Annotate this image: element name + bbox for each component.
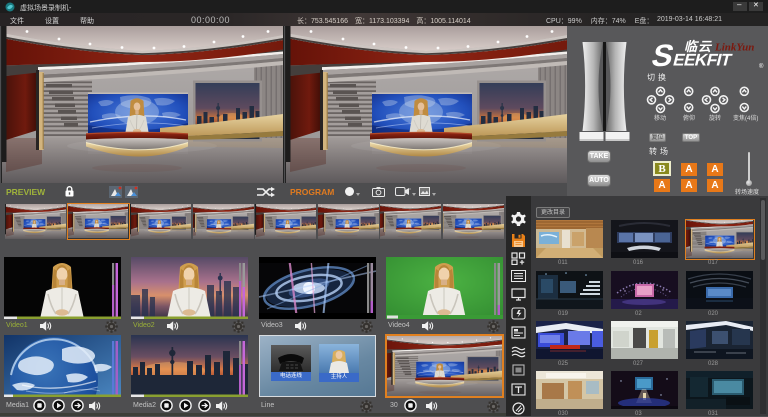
svg-text:EEKFIT: EEKFIT xyxy=(671,50,734,70)
svg-text:®: ® xyxy=(759,63,764,70)
